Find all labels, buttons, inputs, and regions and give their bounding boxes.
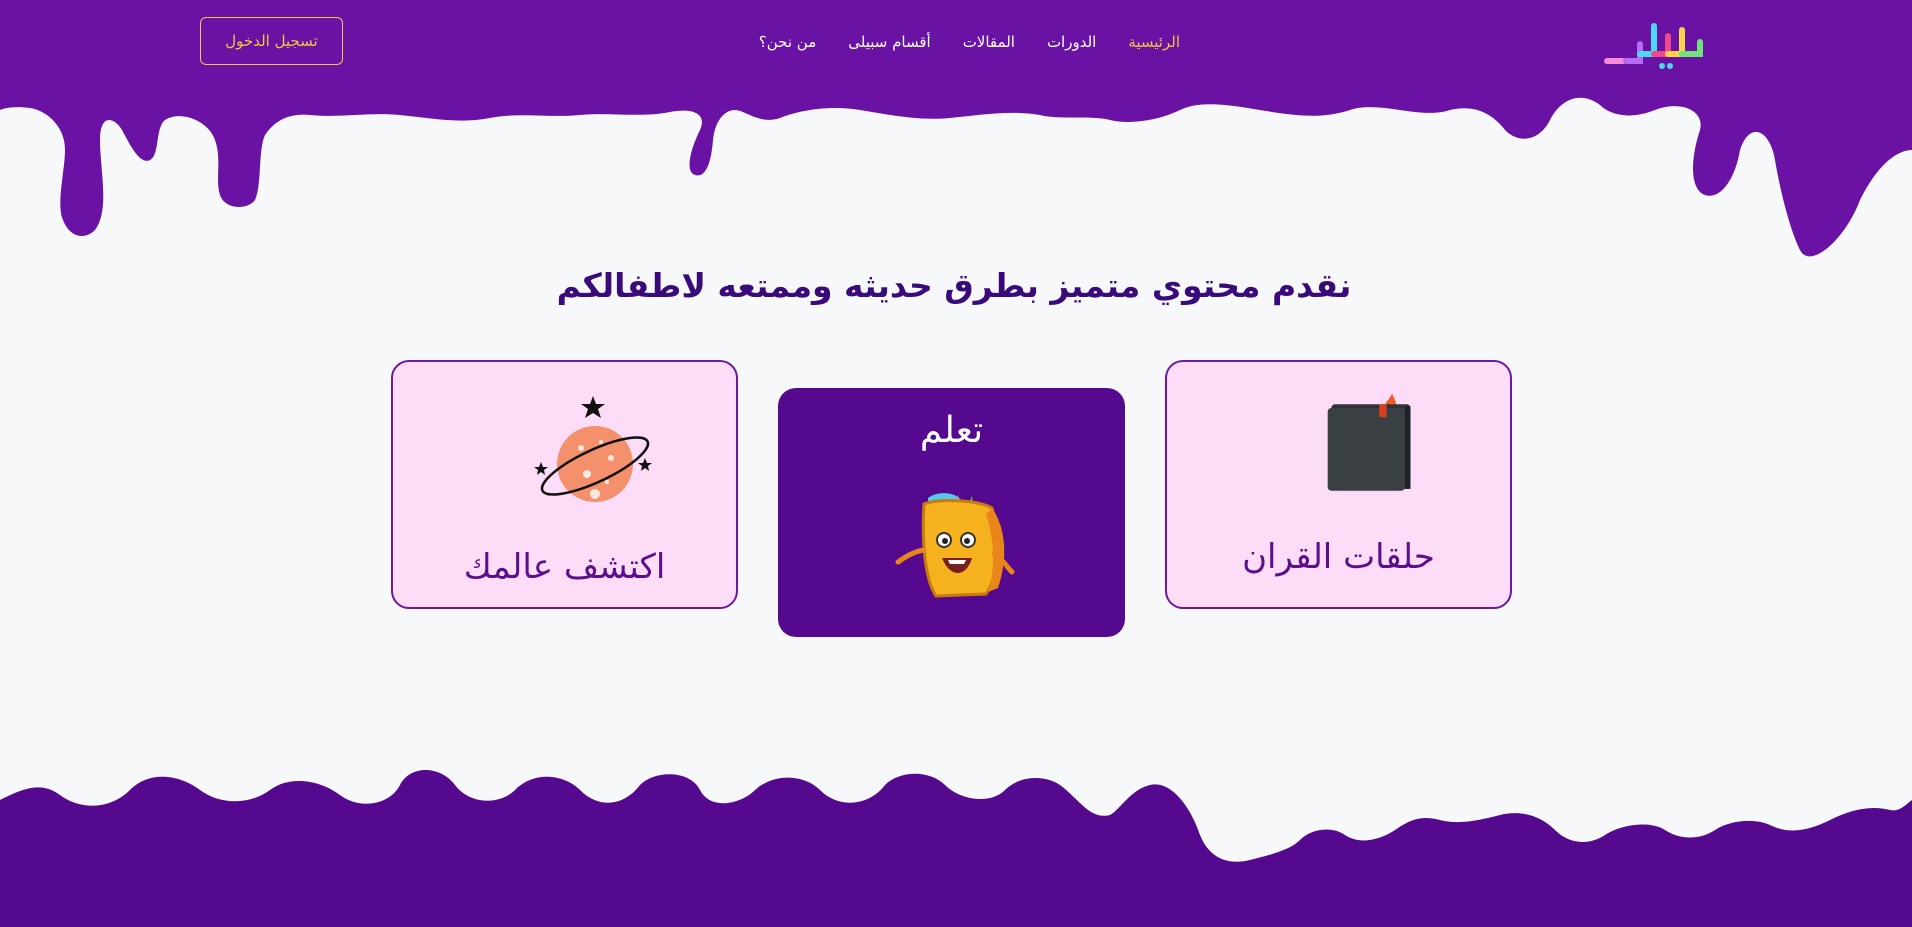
nav-item-about[interactable]: من نحن؟ (759, 33, 816, 51)
planet-icon (534, 396, 652, 502)
site-header: الرئيسية الدورات المقالات أقسام سبيلى من… (0, 0, 1912, 85)
footer-cloud-decoration (0, 770, 1912, 927)
card-quran-label: حلقات القران (1242, 537, 1435, 577)
nav-item-courses[interactable]: الدورات (1047, 33, 1096, 51)
page-headline: نقدم محتوي متميز بطرق حديثه وممتعه لاطفا… (556, 266, 1352, 305)
nav-item-articles[interactable]: المقالات (963, 33, 1015, 51)
card-learn-label: تعلم (919, 410, 984, 451)
card-discover-label: اكتشف عالمك (463, 547, 666, 587)
card-learn[interactable]: تعلم (778, 388, 1125, 637)
book-icon (1327, 393, 1411, 491)
nav-item-home[interactable]: الرئيسية (1128, 33, 1180, 51)
nav-item-sections[interactable]: أقسام سبيلى (848, 33, 930, 51)
backpack-icon (895, 493, 1015, 598)
card-discover[interactable]: اكتشف عالمك (391, 360, 738, 609)
main-nav: الرئيسية الدورات المقالات أقسام سبيلى من… (759, 30, 1180, 54)
login-button[interactable]: تسجيل الدخول (200, 17, 343, 65)
site-logo[interactable] (1598, 14, 1708, 72)
card-quran[interactable]: حلقات القران (1165, 360, 1512, 609)
